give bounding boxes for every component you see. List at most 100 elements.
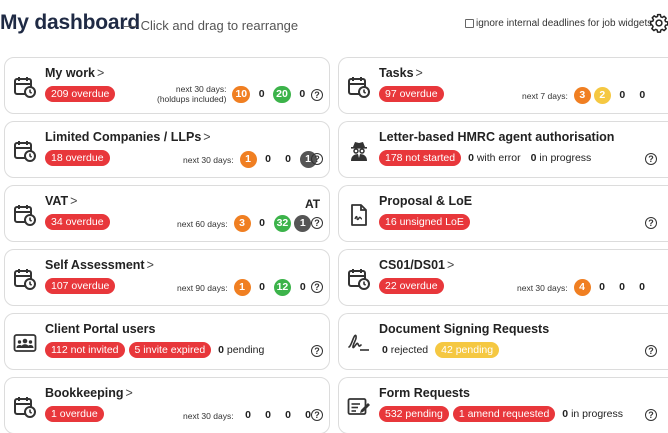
page-subtitle: — Click and drag to rearrange xyxy=(124,18,299,33)
with-error-count[interactable]: 0 with error xyxy=(465,152,524,164)
rejected-count[interactable]: 0 rejected xyxy=(379,344,431,356)
overdue-badge[interactable]: 34 overdue xyxy=(45,214,110,230)
help-icon[interactable]: ? xyxy=(311,89,323,101)
widget-title[interactable]: CS01/DS01 > xyxy=(379,258,454,272)
count-done[interactable]: 0 xyxy=(614,279,631,296)
help-icon[interactable]: ? xyxy=(645,217,657,229)
count-due[interactable]: 4 xyxy=(573,279,591,296)
count-due[interactable]: 3 xyxy=(573,87,591,104)
count-pending[interactable]: 0 xyxy=(254,215,271,232)
widget-title[interactable]: Client Portal users xyxy=(45,322,155,336)
help-icon[interactable]: ? xyxy=(645,153,657,165)
count-due[interactable]: 1 xyxy=(239,151,257,168)
overdue-badge[interactable]: 18 overdue xyxy=(45,150,110,166)
widget-cs01-ds01[interactable]: CS01/DS01 > 22 overdue next 30 days: 4 0 … xyxy=(338,249,668,306)
pending-count[interactable]: 0 pending xyxy=(215,344,267,356)
not-started-badge[interactable]: 178 not started xyxy=(379,150,462,166)
widget-proposal-loe[interactable]: Proposal & LoE 16 unsigned LoE ? xyxy=(338,185,668,242)
users-group-icon xyxy=(13,334,37,352)
overdue-badge[interactable]: 1 overdue xyxy=(45,406,104,422)
widget-vat[interactable]: VAT > AT 34 overdue next 60 days: 3 0 32 … xyxy=(4,185,330,242)
ignore-internal-deadlines-toggle[interactable]: ignore internal deadlines for job widget… xyxy=(465,18,652,29)
help-icon[interactable]: ? xyxy=(311,409,323,421)
widget-title[interactable]: Limited Companies / LLPs > xyxy=(45,130,211,144)
count-due[interactable]: 0 xyxy=(240,407,257,424)
pending-badge[interactable]: 532 pending xyxy=(379,406,449,422)
widget-hmrc-agent-authorisation[interactable]: Letter-based HMRC agent authorisation 17… xyxy=(338,121,668,178)
in-progress-count[interactable]: 0 in progress xyxy=(528,152,595,164)
page-title: My dashboard xyxy=(0,11,140,34)
count-done[interactable]: 20 xyxy=(273,85,291,103)
count-pending[interactable]: 0 xyxy=(254,279,271,296)
help-icon[interactable]: ? xyxy=(311,281,323,293)
count-pending[interactable]: 0 xyxy=(594,279,611,296)
count-pending[interactable]: 2 xyxy=(593,87,611,104)
help-icon[interactable]: ? xyxy=(311,345,323,357)
count-done[interactable]: 32 xyxy=(273,215,292,232)
count-pending[interactable]: 0 xyxy=(260,407,277,424)
help-icon[interactable]: ? xyxy=(645,345,657,357)
help-icon[interactable]: ? xyxy=(645,409,657,421)
count-pending[interactable]: 0 xyxy=(253,86,270,103)
widget-client-portal-users[interactable]: Client Portal users 112 not invited 5 in… xyxy=(4,313,330,370)
count-other[interactable]: 1 xyxy=(294,215,312,232)
overdue-badge[interactable]: 107 overdue xyxy=(45,278,116,294)
overdue-badge[interactable]: 209 overdue xyxy=(45,86,116,102)
help-icon[interactable]: ? xyxy=(311,217,323,229)
count-other[interactable]: 0 xyxy=(634,279,651,296)
calendar-clock-icon xyxy=(14,141,36,162)
widget-bookkeeping[interactable]: Bookkeeping > 1 overdue next 30 days: 0 0… xyxy=(4,377,330,433)
count-due[interactable]: 3 xyxy=(233,215,251,232)
count-other[interactable]: 0 xyxy=(294,86,311,103)
gear-icon[interactable] xyxy=(649,13,668,33)
dashboard-header: My dashboard — Click and drag to rearran… xyxy=(0,0,668,50)
count-other[interactable]: 0 xyxy=(634,87,651,104)
widget-document-signing-requests[interactable]: Document Signing Requests 0 rejected 42 … xyxy=(338,313,668,370)
in-progress-count[interactable]: 0 in progress xyxy=(559,408,626,420)
calendar-clock-icon xyxy=(348,269,370,290)
widget-title[interactable]: Document Signing Requests xyxy=(379,322,549,336)
unsigned-loe-badge[interactable]: 16 unsigned LoE xyxy=(379,214,470,230)
widget-title[interactable]: My work > xyxy=(45,66,104,80)
widget-title[interactable]: Proposal & LoE xyxy=(379,194,472,208)
widget-self-assessment[interactable]: Self Assessment > 107 overdue next 90 day… xyxy=(4,249,330,306)
count-other[interactable]: 0 xyxy=(294,279,311,296)
spy-agent-icon xyxy=(351,142,367,161)
form-edit-icon xyxy=(347,398,370,415)
ignore-checkbox[interactable] xyxy=(465,19,474,28)
period-label: next 90 days: xyxy=(177,282,228,293)
count-done[interactable]: 12 xyxy=(273,279,292,296)
widget-form-requests[interactable]: Form Requests 532 pending 1 amend reques… xyxy=(338,377,668,433)
invite-expired-badge[interactable]: 5 invite expired xyxy=(128,342,212,358)
ignore-label: ignore internal deadlines for job widget… xyxy=(476,18,653,29)
widget-title[interactable]: Form Requests xyxy=(379,386,470,400)
overdue-badge[interactable]: 97 overdue xyxy=(379,86,444,102)
at-label: AT xyxy=(305,197,321,211)
not-invited-badge[interactable]: 112 not invited xyxy=(45,342,125,358)
count-pending[interactable]: 0 xyxy=(260,151,277,168)
calendar-clock-icon xyxy=(14,397,36,418)
count-done[interactable]: 0 xyxy=(280,407,297,424)
calendar-clock-icon xyxy=(14,77,36,98)
count-done[interactable]: 0 xyxy=(614,87,631,104)
widget-title[interactable]: Bookkeeping > xyxy=(45,386,133,400)
signed-document-icon xyxy=(351,204,367,226)
pending-badge[interactable]: 42 pending xyxy=(435,342,500,358)
widget-limited-companies[interactable]: Limited Companies / LLPs > 18 overdue nex… xyxy=(4,121,330,178)
widget-my-work[interactable]: My work > 209 overdue next 30 days: (holdu… xyxy=(4,57,330,114)
widget-title[interactable]: Letter-based HMRC agent authorisation xyxy=(379,130,614,144)
period-label: next 30 days: xyxy=(517,282,568,293)
calendar-clock-icon xyxy=(348,77,370,98)
amend-requested-badge[interactable]: 1 amend requested xyxy=(452,406,556,422)
widget-title[interactable]: Tasks > xyxy=(379,66,423,80)
widget-title[interactable]: Self Assessment > xyxy=(45,258,154,272)
widget-title[interactable]: VAT > xyxy=(45,194,77,208)
count-due[interactable]: 1 xyxy=(233,279,251,296)
count-due[interactable]: 10 xyxy=(232,85,251,103)
period-label: next 7 days: xyxy=(522,90,568,101)
count-done[interactable]: 0 xyxy=(280,151,297,168)
period-label: next 30 days: (holdups included) xyxy=(157,84,227,104)
widget-tasks[interactable]: Tasks > 97 overdue next 7 days: 3 2 0 0 xyxy=(338,57,668,114)
overdue-badge[interactable]: 22 overdue xyxy=(379,278,444,294)
help-icon[interactable]: ? xyxy=(311,153,323,165)
